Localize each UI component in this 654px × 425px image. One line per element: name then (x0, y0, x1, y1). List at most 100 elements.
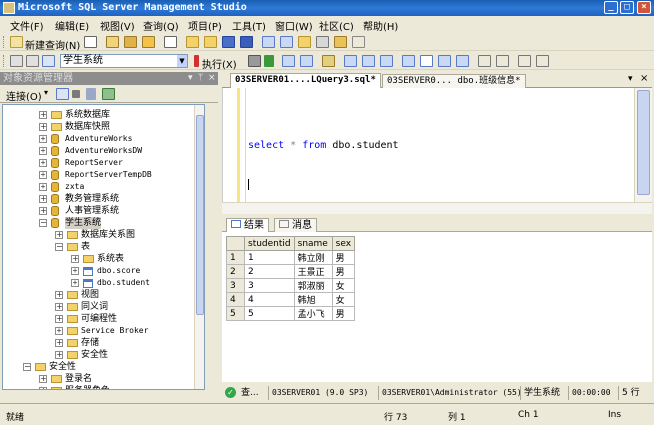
table-row[interactable]: 5 5 孟小飞男 (226, 306, 356, 321)
table-row[interactable]: 4 4 韩旭女 (226, 292, 356, 307)
scroll-thumb[interactable] (637, 90, 650, 195)
query-options-icon[interactable] (300, 55, 313, 67)
tab-menu-icon[interactable]: ▾ (628, 74, 633, 84)
expand-icon[interactable]: + (39, 195, 47, 203)
tree-node[interactable]: + dbo.student (3, 277, 193, 289)
expand-icon[interactable]: + (71, 267, 79, 275)
stop-icon[interactable] (72, 90, 80, 98)
collapse-icon[interactable]: − (55, 243, 63, 251)
tab-results[interactable]: 结果 (226, 218, 269, 232)
chevron-down-icon[interactable]: ▾ (44, 88, 48, 97)
include-plan-icon[interactable] (344, 55, 357, 67)
connect-icon[interactable] (10, 55, 23, 67)
expand-icon[interactable]: + (55, 231, 63, 239)
expand-icon[interactable]: + (39, 159, 47, 167)
collapse-icon[interactable]: − (23, 363, 31, 371)
tree-node[interactable]: + zxta (3, 181, 193, 193)
tree-node[interactable]: + 系统数据库 (3, 109, 193, 121)
results-to-text-icon[interactable] (380, 55, 393, 67)
column-header[interactable]: sname (293, 236, 333, 251)
editor-vscrollbar[interactable] (634, 88, 652, 202)
tree-node[interactable]: + dbo.score (3, 265, 193, 277)
tab-class-info[interactable]: 03SERVER0... dbo.班级信息* (382, 74, 526, 88)
cell-sname[interactable]: 韩立刚 (293, 250, 333, 265)
tree-node[interactable]: + Service Broker (3, 325, 193, 337)
table-row[interactable]: 2 2 王景正男 (226, 264, 356, 279)
close-icon[interactable]: × (208, 72, 216, 85)
tree-node[interactable]: − 学生系统 (3, 217, 193, 229)
expand-icon[interactable]: + (55, 339, 63, 347)
expand-icon[interactable]: + (55, 327, 63, 335)
cell-sex[interactable]: 女 (331, 292, 356, 307)
tree-node[interactable]: + 存储 (3, 337, 193, 349)
scroll-thumb[interactable] (196, 115, 204, 315)
menu-window[interactable]: 窗口(W) (275, 18, 313, 33)
open-file-icon[interactable] (186, 36, 199, 48)
cell-studentid[interactable]: 1 (244, 250, 295, 265)
expand-icon[interactable]: + (39, 135, 47, 143)
cell-studentid[interactable]: 2 (244, 264, 295, 279)
database-select[interactable]: 学生系统 ▼ (60, 54, 188, 68)
save-icon[interactable] (222, 36, 235, 48)
tree-node[interactable]: + ReportServerTempDB (3, 169, 193, 181)
cell-sex[interactable]: 男 (331, 250, 356, 265)
close-tab-icon[interactable]: × (640, 73, 648, 84)
tab-query3[interactable]: 03SERVER01....LQuery3.sql* (230, 73, 381, 88)
corner-cell[interactable] (226, 236, 245, 251)
column-header[interactable]: studentid (244, 236, 295, 251)
row-number[interactable]: 1 (226, 250, 245, 265)
decrease-indent-icon[interactable] (478, 55, 491, 67)
tree-node[interactable]: + 人事管理系统 (3, 205, 193, 217)
tree-scrollbar[interactable] (194, 105, 204, 389)
tree-node[interactable]: + 教务管理系统 (3, 193, 193, 205)
client-stats-icon[interactable] (362, 55, 375, 67)
tree-node[interactable]: + 系统表 (3, 253, 193, 265)
expand-icon[interactable]: + (39, 387, 47, 389)
tree-node[interactable]: + 同义词 (3, 301, 193, 313)
pin-icon[interactable]: ▾ (188, 72, 193, 85)
open-project-icon[interactable] (204, 36, 217, 48)
expand-icon[interactable]: + (39, 111, 47, 119)
tree-node[interactable]: + 服务器角色 (3, 385, 193, 389)
cell-sname[interactable]: 郭淑丽 (293, 278, 333, 293)
tree-node[interactable]: + 数据库关系图 (3, 229, 193, 241)
expand-icon[interactable]: + (39, 183, 47, 191)
chevron-down-icon[interactable]: ▼ (177, 55, 187, 67)
expand-icon[interactable]: + (39, 171, 47, 179)
expand-icon[interactable]: + (55, 291, 63, 299)
xmla-query-icon[interactable] (164, 36, 177, 48)
cell-studentid[interactable]: 3 (244, 278, 295, 293)
comment-icon[interactable] (438, 55, 451, 67)
toolbar-grip[interactable] (3, 36, 6, 48)
minimize-button[interactable]: _ (604, 1, 618, 14)
cell-sex[interactable]: 男 (331, 306, 356, 321)
expand-icon[interactable]: + (71, 255, 79, 263)
save-all-icon[interactable] (240, 36, 253, 48)
connect-icon[interactable] (56, 88, 69, 100)
registered-servers-icon[interactable] (262, 36, 275, 48)
expand-icon[interactable]: + (71, 279, 79, 287)
menu-view[interactable]: 视图(V) (100, 18, 135, 33)
database-engine-query-icon[interactable] (106, 36, 119, 48)
menu-help[interactable]: 帮助(H) (363, 18, 398, 33)
uncomment-icon[interactable] (456, 55, 469, 67)
intellisense-icon[interactable] (322, 55, 335, 67)
editor-hscrollbar[interactable] (222, 202, 652, 214)
expand-icon[interactable]: + (39, 147, 47, 155)
outdent-icon[interactable] (518, 55, 531, 67)
indent-icon[interactable] (536, 55, 549, 67)
row-number[interactable]: 4 (226, 292, 245, 307)
disconnect-icon[interactable] (26, 55, 39, 67)
execute-button[interactable]: 执行(X) (202, 56, 237, 71)
table-row[interactable]: 3 3 郭淑丽女 (226, 278, 356, 293)
results-to-grid-icon[interactable] (402, 55, 415, 67)
expand-icon[interactable]: + (55, 315, 63, 323)
cell-sname[interactable]: 韩旭 (293, 292, 333, 307)
tree-node[interactable]: + 视图 (3, 289, 193, 301)
tree-node[interactable]: + AdventureWorks (3, 133, 193, 145)
menu-edit[interactable]: 编辑(E) (55, 18, 89, 33)
column-header[interactable]: sex (331, 236, 356, 251)
row-number[interactable]: 5 (226, 306, 245, 321)
tree-node[interactable]: + AdventureWorksDW (3, 145, 193, 157)
collapse-icon[interactable]: − (39, 219, 47, 227)
